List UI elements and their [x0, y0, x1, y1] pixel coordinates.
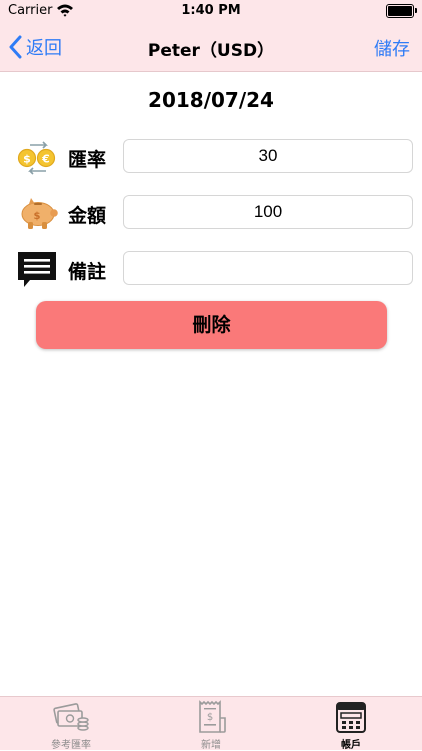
piggy-bank-icon: $ [21, 198, 58, 229]
note-input[interactable] [123, 251, 413, 285]
save-button[interactable]: 儲存 [374, 35, 410, 61]
amount-input[interactable]: 100 [123, 195, 413, 229]
status-bar: Carrier 1:40 PM [0, 0, 422, 22]
currency-exchange-icon: $ € [17, 141, 56, 175]
top-bar: Carrier 1:40 PM 返回 Peter（USD） 儲存 [0, 0, 422, 72]
tab-label: 參考匯率 [51, 740, 91, 751]
amount-row: $ 金額 100 [16, 195, 416, 229]
note-row: 備註 [16, 251, 416, 287]
delete-button[interactable]: 刪除 [36, 301, 387, 349]
clock: 1:40 PM [181, 3, 241, 18]
page-title: Peter（USD） [147, 41, 275, 61]
ledger-icon [336, 702, 366, 733]
navigation-bar: 返回 Peter（USD） 儲存 [0, 22, 422, 72]
amount-label: 金額 [68, 205, 107, 227]
tab-label: 新增 [201, 740, 221, 751]
svg-text:$: $ [23, 153, 31, 166]
rate-label: 匯率 [68, 149, 107, 171]
tab-add[interactable]: $ 新增 [161, 697, 261, 751]
battery-icon [386, 4, 417, 18]
tab-label: 帳戶 [341, 740, 361, 751]
entry-date: 2018/07/24 [148, 88, 274, 112]
rate-row: $ € 匯率 30 [16, 139, 416, 175]
money-icon [53, 703, 89, 731]
svg-text:$: $ [34, 211, 41, 222]
svg-text:$: $ [207, 712, 213, 723]
tab-reference-rate[interactable]: 參考匯率 [21, 697, 121, 751]
svg-text:€: € [41, 153, 50, 166]
note-label: 備註 [68, 261, 107, 283]
receipt-icon: $ [199, 700, 226, 733]
rate-input[interactable]: 30 [123, 139, 413, 173]
tab-account[interactable]: 帳戶 [301, 697, 401, 751]
note-bubble-icon [18, 252, 56, 287]
tab-bar: 參考匯率 $ 新增 帳戶 [0, 696, 422, 751]
